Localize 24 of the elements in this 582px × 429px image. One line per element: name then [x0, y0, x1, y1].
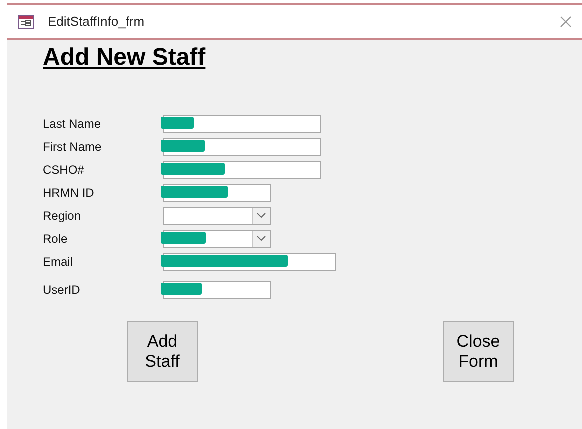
field-label: Last Name [43, 116, 102, 130]
field-label: CSHO# [43, 162, 86, 176]
dropdown-field[interactable] [163, 206, 271, 224]
input-field[interactable] [163, 252, 336, 270]
field-label: First Name [43, 140, 103, 154]
input-field[interactable] [163, 160, 321, 178]
input-field[interactable] [163, 280, 271, 298]
field-label: HRMN ID [43, 186, 96, 200]
chevron-down-icon [257, 213, 266, 218]
close-icon[interactable] [560, 16, 572, 28]
form-icon [18, 14, 34, 28]
field-label: UserID [43, 282, 82, 296]
field-label: Region [43, 208, 82, 222]
add-staff-button[interactable]: Add Staff [127, 321, 198, 382]
input-field[interactable] [163, 184, 271, 202]
field-label: Email [43, 254, 74, 268]
form-heading: Add New Staff [43, 44, 206, 72]
input-field[interactable] [163, 114, 321, 132]
close-form-button[interactable]: Close Form [443, 321, 514, 382]
input-field[interactable] [163, 138, 321, 156]
field-label: Role [43, 232, 69, 246]
chevron-down-icon [257, 236, 266, 241]
dropdown-field[interactable] [163, 230, 271, 248]
window-title: EditStaffInfo_frm [48, 14, 146, 29]
